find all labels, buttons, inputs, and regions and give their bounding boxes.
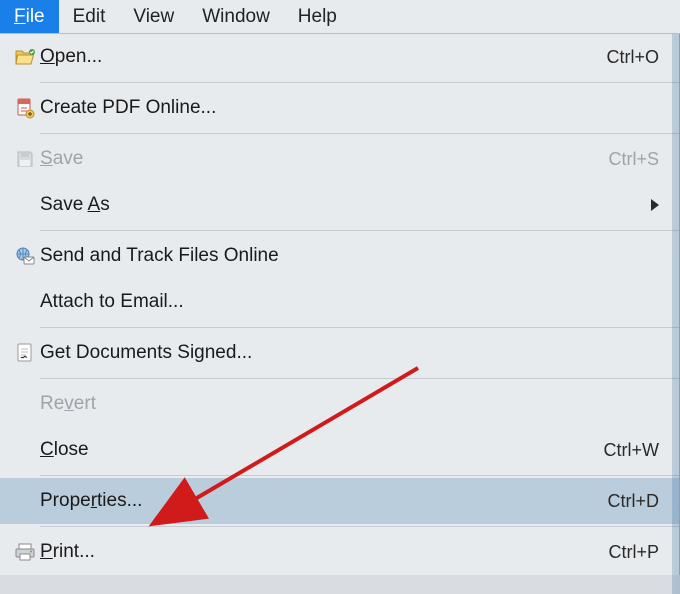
menu-item-print-shortcut: Ctrl+P — [608, 542, 659, 563]
menu-separator — [40, 475, 679, 476]
menu-item-properties-label: Properties... — [40, 490, 607, 512]
menu-item-open-label: Open... — [40, 46, 606, 68]
menu-item-send-track-label: Send and Track Files Online — [40, 245, 659, 267]
menu-item-get-signed[interactable]: Get Documents Signed... — [0, 330, 679, 376]
menu-separator — [40, 378, 679, 379]
menubar-help[interactable]: Help — [284, 0, 351, 33]
menu-separator — [40, 82, 679, 83]
menubar-window-label: Window — [202, 6, 270, 28]
menubar-edit[interactable]: Edit — [59, 0, 120, 33]
menu-item-get-signed-label: Get Documents Signed... — [40, 342, 659, 364]
menu-item-send-track[interactable]: Send and Track Files Online — [0, 233, 679, 279]
menu-item-close-label: Close — [40, 439, 604, 461]
menubar-view[interactable]: View — [119, 0, 188, 33]
menu-separator — [40, 327, 679, 328]
menu-item-properties[interactable]: Properties... Ctrl+D — [0, 478, 679, 524]
menu-item-print-label: Print... — [40, 541, 608, 563]
pdf-create-icon — [10, 97, 40, 119]
menu-item-attach-email-label: Attach to Email... — [40, 291, 659, 313]
menu-item-create-pdf-label: Create PDF Online... — [40, 97, 659, 119]
menubar-edit-label: Edit — [73, 6, 106, 28]
globe-mail-icon — [10, 246, 40, 266]
sign-document-icon — [10, 342, 40, 364]
menu-item-create-pdf-online[interactable]: Create PDF Online... — [0, 85, 679, 131]
menubar-window[interactable]: Window — [188, 0, 284, 33]
menu-item-save-as-label: Save As — [40, 194, 643, 216]
menu-item-close[interactable]: Close Ctrl+W — [0, 427, 679, 473]
menu-item-close-shortcut: Ctrl+W — [604, 440, 660, 461]
window-edge — [672, 34, 680, 594]
folder-open-icon — [10, 48, 40, 66]
save-icon — [10, 149, 40, 169]
menu-item-save-as[interactable]: Save As — [0, 182, 679, 228]
menu-item-open-shortcut: Ctrl+O — [606, 47, 659, 68]
submenu-arrow-icon — [651, 199, 659, 211]
menubar-view-label: View — [133, 6, 174, 28]
menubar-file[interactable]: File — [0, 0, 59, 33]
menu-item-save-label: Save — [40, 148, 608, 170]
menubar-help-label: Help — [298, 6, 337, 28]
menu-separator — [40, 230, 679, 231]
menu-item-save: Save Ctrl+S — [0, 136, 679, 182]
menu-separator — [40, 133, 679, 134]
menu-item-open[interactable]: Open... Ctrl+O — [0, 34, 679, 80]
menu-separator — [40, 526, 679, 527]
menubar: File Edit View Window Help — [0, 0, 680, 34]
menu-item-properties-shortcut: Ctrl+D — [607, 491, 659, 512]
menu-item-attach-email[interactable]: Attach to Email... — [0, 279, 679, 325]
menu-item-print[interactable]: Print... Ctrl+P — [0, 529, 679, 575]
printer-icon — [10, 542, 40, 562]
menu-item-revert-label: Revert — [40, 393, 659, 415]
menu-item-save-shortcut: Ctrl+S — [608, 149, 659, 170]
menu-item-revert: Revert — [0, 381, 679, 427]
file-menu-dropdown: Open... Ctrl+O Create PDF Online... Save… — [0, 34, 680, 575]
menubar-file-label: File — [14, 6, 45, 28]
